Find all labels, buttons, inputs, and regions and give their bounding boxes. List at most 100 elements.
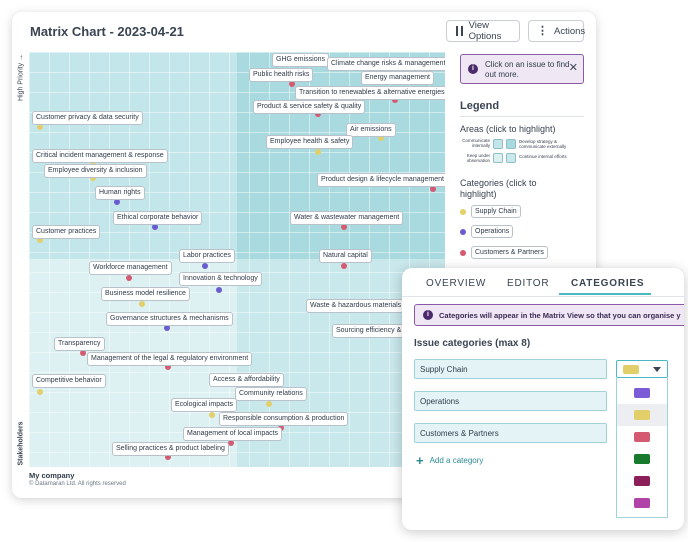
issue-dot[interactable] bbox=[209, 412, 215, 418]
issue-dot[interactable] bbox=[266, 401, 272, 407]
issue-label[interactable]: Natural capital bbox=[319, 249, 372, 263]
tab-editor[interactable]: EDITOR bbox=[507, 278, 549, 289]
issue-label[interactable]: Air emissions bbox=[346, 123, 396, 137]
issue-dot[interactable] bbox=[315, 149, 321, 155]
issue-label[interactable]: Energy management bbox=[361, 71, 434, 85]
tab-overview[interactable]: OVERVIEW bbox=[426, 278, 486, 289]
issue-label[interactable]: Human rights bbox=[95, 186, 145, 200]
color-swatch bbox=[634, 498, 650, 508]
color-option[interactable] bbox=[617, 470, 667, 492]
category-name-input[interactable] bbox=[414, 423, 607, 443]
issue-dot[interactable] bbox=[341, 224, 347, 230]
actions-button[interactable]: ⋮ Actions bbox=[528, 20, 586, 42]
category-name-input[interactable] bbox=[414, 391, 607, 411]
sliders-icon bbox=[455, 26, 463, 36]
issue-label[interactable]: Innovation & technology bbox=[179, 272, 262, 286]
issue-label[interactable]: Climate change risks & management bbox=[327, 57, 445, 71]
view-options-label: View Options bbox=[468, 20, 502, 42]
issue-label[interactable]: Sourcing efficiency & r bbox=[332, 324, 410, 338]
color-option[interactable] bbox=[617, 492, 667, 514]
legend-area-label: Communicate internally bbox=[462, 138, 490, 149]
issue-label[interactable]: Transparency bbox=[54, 337, 105, 351]
issue-label[interactable]: Employee diversity & inclusion bbox=[44, 164, 147, 178]
issue-label[interactable]: Ethical corporate behavior bbox=[113, 211, 203, 225]
issue-label[interactable]: Product design & lifecycle management bbox=[317, 173, 445, 187]
issue-label[interactable]: GHG emissions bbox=[272, 53, 330, 67]
issue-dot[interactable] bbox=[126, 275, 132, 281]
chevron-down-icon bbox=[653, 367, 661, 372]
issue-dot[interactable] bbox=[80, 350, 86, 356]
y-axis-high-label: High Priority → bbox=[16, 52, 26, 112]
legend-category-operations[interactable]: Operations bbox=[460, 225, 514, 238]
y-axis-high-text: High Priority → bbox=[17, 53, 25, 102]
legend-area-swatch[interactable] bbox=[493, 139, 503, 149]
legend-area-swatch[interactable] bbox=[506, 153, 516, 163]
issue-label[interactable]: Waste & hazardous materials m bbox=[306, 299, 413, 313]
issue-label[interactable]: Customer practices bbox=[32, 225, 101, 239]
plus-icon: + bbox=[416, 453, 424, 468]
color-swatch bbox=[634, 388, 650, 398]
issue-label[interactable]: Customer privacy & data security bbox=[32, 111, 143, 125]
issue-label[interactable]: Transition to renewables & alternative e… bbox=[295, 86, 445, 100]
issue-dot[interactable] bbox=[216, 287, 222, 293]
category-name-input[interactable] bbox=[414, 359, 607, 379]
matrix-plot: GHG emissions Climate change risks & mana… bbox=[29, 52, 445, 467]
issue-dot[interactable] bbox=[289, 81, 295, 87]
legend-area-label: Continue internal efforts bbox=[519, 154, 567, 159]
issue-label[interactable]: Ecological impacts bbox=[171, 398, 237, 412]
category-color-select[interactable] bbox=[616, 360, 668, 378]
color-option[interactable] bbox=[617, 382, 667, 404]
legend-area-swatch[interactable] bbox=[506, 139, 516, 149]
category-label: Supply Chain bbox=[471, 205, 521, 218]
issue-label[interactable]: Product & service safety & quality bbox=[253, 100, 366, 114]
issue-dot[interactable] bbox=[139, 301, 145, 307]
issue-label[interactable]: Community relations bbox=[235, 387, 307, 401]
issue-dot[interactable] bbox=[430, 186, 436, 192]
legend-areas-title: Areas (click to highlight) bbox=[460, 124, 556, 134]
issue-label[interactable]: Labor practices bbox=[179, 249, 235, 263]
issue-label[interactable]: Public health risks bbox=[249, 68, 314, 82]
issue-label[interactable]: Selling practices & product labeling bbox=[112, 442, 229, 456]
issue-label[interactable]: Employee health & safety bbox=[266, 135, 354, 149]
actions-label: Actions bbox=[554, 25, 586, 37]
issue-dot[interactable] bbox=[152, 224, 158, 230]
category-dot bbox=[460, 208, 466, 215]
color-options-list bbox=[616, 378, 668, 518]
copyright: © Datamaran Ltd. All rights reserved bbox=[29, 481, 126, 487]
legend-category-supply-chain[interactable]: Supply Chain bbox=[460, 205, 521, 218]
category-dot bbox=[460, 249, 466, 256]
category-dot bbox=[460, 228, 466, 235]
color-option[interactable] bbox=[617, 404, 667, 426]
categories-info-box: i Categories will appear in the Matrix V… bbox=[414, 304, 684, 326]
issue-dot[interactable] bbox=[202, 263, 208, 269]
view-options-button[interactable]: View Options bbox=[446, 20, 520, 42]
issue-label[interactable]: Water & wastewater management bbox=[290, 211, 404, 225]
issue-label[interactable]: Management of the legal & regulatory env… bbox=[87, 352, 253, 366]
color-option[interactable] bbox=[617, 426, 667, 448]
issue-dot[interactable] bbox=[341, 263, 347, 269]
issue-label[interactable]: Workforce management bbox=[89, 261, 172, 275]
issue-label[interactable]: Responsible consumption & production bbox=[219, 412, 349, 426]
legend-category-customers-partners[interactable]: Customers & Partners bbox=[460, 246, 548, 259]
legend-area-swatch[interactable] bbox=[493, 153, 503, 163]
close-icon[interactable]: ✕ bbox=[569, 62, 578, 75]
tabs-divider bbox=[402, 296, 684, 297]
issue-label[interactable]: Management of local impacts bbox=[183, 427, 283, 441]
issue-dot[interactable] bbox=[37, 124, 43, 130]
issue-dot[interactable] bbox=[114, 199, 120, 205]
legend-title: Legend bbox=[460, 100, 500, 112]
color-option[interactable] bbox=[617, 448, 667, 470]
issue-label[interactable]: Governance structures & mechanisms bbox=[106, 312, 233, 326]
issue-label[interactable]: Business model resilience bbox=[101, 287, 190, 301]
tab-categories[interactable]: CATEGORIES bbox=[571, 278, 644, 289]
issue-label[interactable]: Access & affordability bbox=[209, 373, 284, 387]
issue-label[interactable]: Critical incident management & response bbox=[32, 149, 168, 163]
active-tab-indicator bbox=[559, 293, 651, 295]
add-category-button[interactable]: + Add a category bbox=[416, 454, 483, 467]
info-icon: i bbox=[468, 64, 478, 74]
selected-color-swatch bbox=[623, 365, 639, 374]
issue-label[interactable]: Competitive behavior bbox=[32, 374, 106, 388]
issue-dot[interactable] bbox=[164, 325, 170, 331]
issue-dot[interactable] bbox=[37, 389, 43, 395]
color-swatch bbox=[634, 432, 650, 442]
